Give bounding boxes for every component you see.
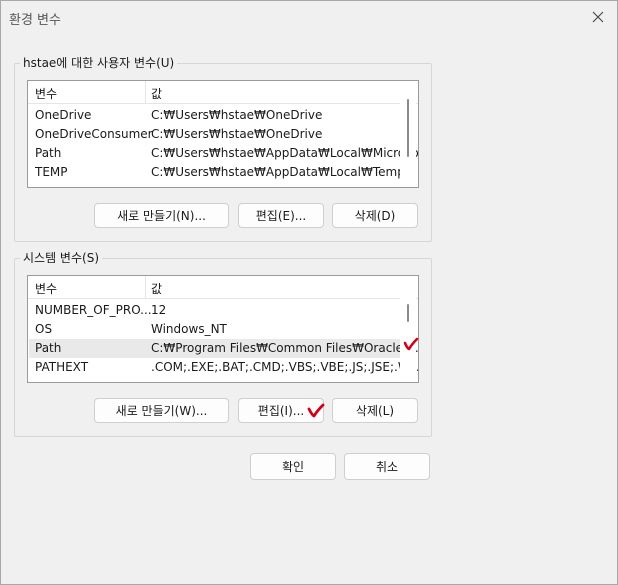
- variable-value: Windows_NT: [151, 322, 227, 336]
- system-new-button[interactable]: 새로 만들기(W)...: [94, 398, 229, 423]
- list-item[interactable]: TEMP C:₩Users₩hstae₩AppData₩Local₩Temp: [29, 163, 405, 182]
- list-item[interactable]: NUMBER_OF_PRO... 12: [29, 301, 400, 320]
- column-header-value[interactable]: 값: [151, 85, 162, 102]
- column-header-variable[interactable]: 변수: [35, 85, 57, 102]
- column-header-value[interactable]: 값: [151, 280, 162, 297]
- user-list-scrollbar[interactable]: [400, 81, 416, 187]
- system-delete-button[interactable]: 삭제(L): [332, 398, 418, 423]
- list-item[interactable]: OneDrive C:₩Users₩hstae₩OneDrive: [29, 106, 400, 125]
- variable-value: 12: [151, 303, 167, 317]
- list-item[interactable]: OneDriveConsumer C:₩Users₩hstae₩OneDrive: [29, 125, 400, 144]
- user-delete-button[interactable]: 삭제(D): [332, 203, 418, 228]
- list-header: 변수 값: [28, 81, 418, 104]
- user-edit-button[interactable]: 편집(E)...: [238, 203, 324, 228]
- list-item[interactable]: Path C:₩Users₩hstae₩AppData₩Local₩Micros…: [29, 144, 418, 163]
- variable-value: C:₩Users₩hstae₩AppData₩Local₩Microsof...: [151, 146, 419, 160]
- system-variables-list[interactable]: 변수 값 NUMBER_OF_PRO... 12 OS Windows_NT P…: [27, 275, 419, 383]
- variable-name: Path: [35, 341, 62, 355]
- variable-name: NUMBER_OF_PRO...: [35, 303, 152, 317]
- variable-name: PATHEXT: [35, 360, 89, 374]
- cancel-button[interactable]: 취소: [344, 453, 430, 480]
- system-variables-label: 시스템 변수(S): [20, 249, 102, 266]
- user-new-button[interactable]: 새로 만들기(N)...: [94, 203, 229, 228]
- variable-name: OneDriveConsumer: [35, 127, 153, 141]
- column-header-variable[interactable]: 변수: [35, 280, 57, 297]
- variable-value: C:₩Users₩hstae₩OneDrive: [151, 127, 323, 141]
- variable-name: OneDrive: [35, 108, 92, 122]
- list-header: 변수 값: [28, 276, 418, 299]
- scrollbar-thumb[interactable]: [407, 99, 409, 157]
- system-list-scrollbar[interactable]: [400, 276, 416, 382]
- scrollbar-thumb[interactable]: [407, 304, 409, 322]
- dialog-title: 환경 변수: [9, 13, 61, 28]
- user-variables-label: hstae에 대한 사용자 변수(U): [20, 54, 178, 71]
- variable-value: C:₩Users₩hstae₩OneDrive: [151, 108, 323, 122]
- environment-variables-dialog: 환경 변수 hstae에 대한 사용자 변수(U) 변수 값 OneDrive …: [0, 0, 618, 585]
- list-item-selected[interactable]: Path C:₩Program Files₩Common Files₩Oracl…: [29, 339, 418, 358]
- red-check-mark-icon: [307, 403, 325, 418]
- red-check-mark-icon: [403, 337, 419, 351]
- title-bar: 환경 변수: [1, 1, 617, 33]
- variable-value: C:₩Program Files₩Common Files₩Oracle₩...: [151, 341, 419, 355]
- list-item[interactable]: PATHEXT .COM;.EXE;.BAT;.CMD;.VBS;.VBE;.J…: [29, 358, 418, 377]
- user-variables-list[interactable]: 변수 값 OneDrive C:₩Users₩hstae₩OneDrive On…: [27, 80, 419, 188]
- variable-name: OS: [35, 322, 53, 336]
- variable-value: C:₩Users₩hstae₩AppData₩Local₩Temp: [151, 165, 405, 179]
- close-icon: [592, 11, 604, 23]
- variable-name: Path: [35, 146, 62, 160]
- variable-name: TEMP: [35, 165, 68, 179]
- ok-button[interactable]: 확인: [250, 453, 336, 480]
- close-button[interactable]: [585, 5, 611, 29]
- list-item[interactable]: OS Windows_NT: [29, 320, 400, 339]
- variable-value: .COM;.EXE;.BAT;.CMD;.VBS;.VBE;.JS;.JSE;.…: [151, 360, 419, 374]
